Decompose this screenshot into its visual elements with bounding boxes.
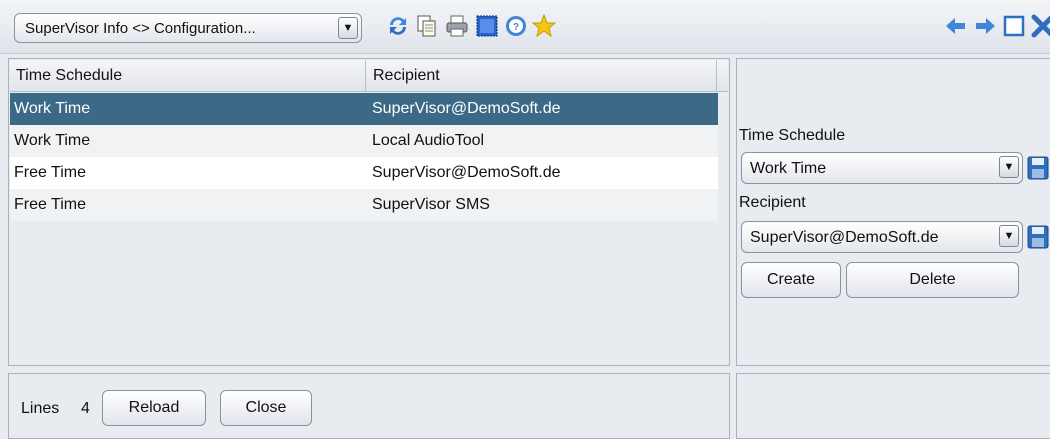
- lines-label: Lines: [21, 400, 60, 417]
- recipient-select[interactable]: SuperVisor@DemoSoft.de ▼: [741, 221, 1023, 253]
- svg-text:?: ?: [513, 22, 519, 33]
- toolbar: SuperVisor Info <> Configuration... ▼ ?: [0, 0, 1050, 54]
- cell-recipient: SuperVisor SMS: [372, 196, 490, 213]
- view-select[interactable]: SuperVisor Info <> Configuration... ▼: [14, 13, 362, 43]
- cell-recipient: Local AudioTool: [372, 132, 485, 149]
- schedule-table: Time Schedule Recipient Work Time SuperV…: [8, 58, 730, 366]
- footer-bar: Lines 4 Reload Close: [8, 373, 730, 439]
- copy-icon[interactable]: [414, 13, 440, 39]
- maximize-icon[interactable]: [1001, 13, 1027, 39]
- cell-recipient: SuperVisor@DemoSoft.de: [372, 100, 561, 117]
- chevron-down-icon[interactable]: ▼: [999, 156, 1019, 178]
- time-schedule-select[interactable]: Work Time ▼: [741, 152, 1023, 184]
- delete-button[interactable]: Delete: [846, 262, 1019, 298]
- lines-count: 4: [81, 400, 90, 417]
- back-arrow-icon[interactable]: [943, 13, 969, 39]
- time-schedule-label: Time Schedule: [739, 127, 846, 144]
- close-button[interactable]: Close: [220, 390, 312, 426]
- cell-schedule: Work Time: [14, 100, 91, 117]
- chevron-down-icon[interactable]: ▼: [338, 17, 358, 39]
- column-divider[interactable]: [716, 60, 717, 92]
- recipient-value: SuperVisor@DemoSoft.de: [750, 229, 939, 246]
- help-icon[interactable]: ?: [503, 13, 529, 39]
- select-all-icon[interactable]: [474, 13, 500, 39]
- footer-empty-area: [736, 373, 1050, 439]
- column-header-time-schedule[interactable]: Time Schedule: [16, 67, 122, 85]
- table-header: Time Schedule Recipient: [10, 60, 728, 92]
- create-button[interactable]: Create: [741, 262, 841, 298]
- column-header-recipient[interactable]: Recipient: [373, 67, 440, 85]
- recipient-label: Recipient: [739, 194, 806, 211]
- forward-arrow-icon[interactable]: [972, 13, 998, 39]
- table-row[interactable]: Free Time SuperVisor@DemoSoft.de: [10, 157, 718, 189]
- chevron-down-icon[interactable]: ▼: [999, 225, 1019, 247]
- refresh-icon[interactable]: [385, 13, 411, 39]
- reload-button[interactable]: Reload: [102, 390, 206, 426]
- save-schedule-icon[interactable]: [1027, 153, 1049, 183]
- save-recipient-icon[interactable]: [1027, 222, 1049, 252]
- cell-schedule: Free Time: [14, 164, 87, 181]
- cell-schedule: Work Time: [14, 132, 91, 149]
- table-row[interactable]: Work Time SuperVisor@DemoSoft.de: [10, 93, 718, 125]
- cell-recipient: SuperVisor@DemoSoft.de: [372, 164, 561, 181]
- close-icon[interactable]: [1030, 13, 1050, 39]
- edit-form: Time Schedule Work Time ▼ Recipient Supe…: [736, 58, 1050, 366]
- table-row[interactable]: Work Time Local AudioTool: [10, 125, 718, 157]
- table-row[interactable]: Free Time SuperVisor SMS: [10, 189, 718, 221]
- cell-schedule: Free Time: [14, 196, 87, 213]
- print-icon[interactable]: [444, 13, 470, 39]
- time-schedule-value: Work Time: [750, 160, 827, 177]
- view-select-value: SuperVisor Info <> Configuration...: [25, 20, 256, 37]
- column-divider[interactable]: [365, 60, 366, 92]
- favorite-star-icon[interactable]: [531, 13, 557, 39]
